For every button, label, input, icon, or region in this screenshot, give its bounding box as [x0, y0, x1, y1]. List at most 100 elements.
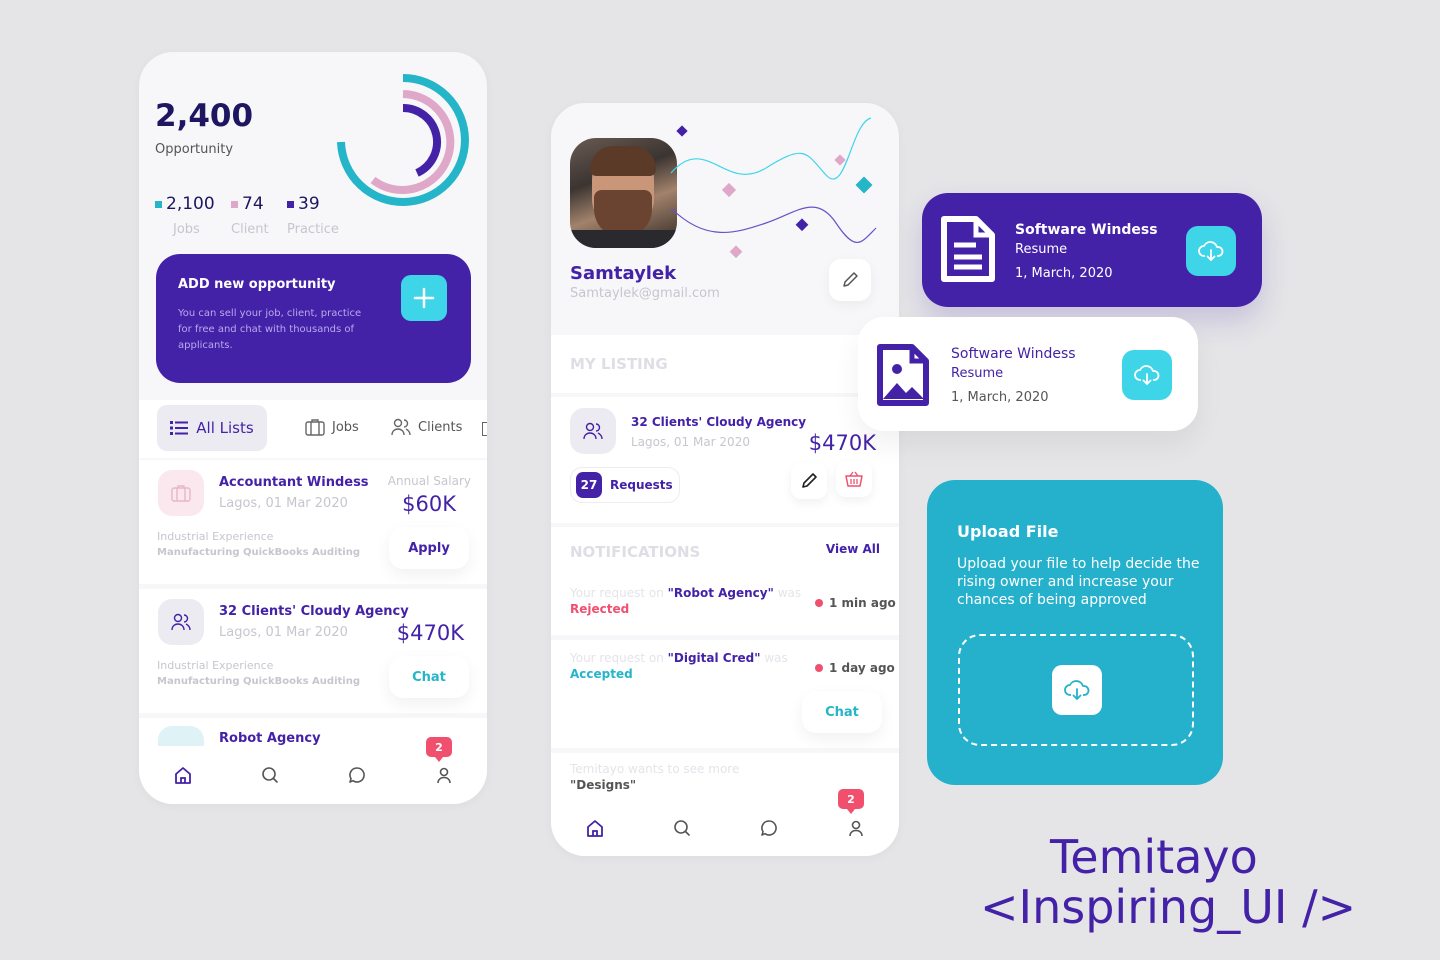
- add-opportunity-title: ADD new opportunity: [178, 277, 336, 292]
- listing-subtitle: Lagos, 01 Mar 2020: [219, 625, 348, 640]
- delete-listing-button[interactable]: [836, 461, 872, 497]
- search-icon[interactable]: [260, 765, 280, 785]
- total-opportunity-value: 2,400: [155, 98, 254, 134]
- decorative-waves: [670, 117, 877, 259]
- list-item[interactable]: 32 Clients' Cloudy Agency Lagos, 01 Mar …: [139, 589, 487, 713]
- basket-icon: [845, 471, 863, 487]
- list-item[interactable]: Accountant Windess Lagos, 01 Mar 2020 An…: [139, 460, 487, 584]
- practice-dot: [287, 200, 294, 208]
- image-file-icon: [877, 344, 929, 406]
- my-listing-header: MY LISTING: [551, 335, 899, 393]
- stat-value: 39: [298, 194, 320, 214]
- profile-icon[interactable]: [434, 765, 454, 785]
- pencil-icon: [802, 473, 817, 488]
- resume-type: Resume: [1015, 242, 1068, 257]
- resume-date: 1, March, 2020: [951, 390, 1049, 405]
- listing-title: 32 Clients' Cloudy Agency: [219, 604, 409, 619]
- edit-profile-button[interactable]: [829, 259, 871, 301]
- edit-listing-button[interactable]: [791, 463, 827, 499]
- stat-label: Client: [231, 222, 269, 237]
- listing-price: $60K: [402, 492, 456, 516]
- list-icon: [170, 421, 189, 435]
- document-icon: [941, 216, 995, 282]
- listing-meta-label: Industrial Experience: [157, 530, 274, 543]
- tab-all-lists[interactable]: All Lists: [157, 405, 267, 451]
- add-opportunity-card[interactable]: ADD new opportunity You can sell your jo…: [156, 254, 471, 383]
- cloud-download-icon: [1134, 365, 1160, 386]
- profile-icon[interactable]: [846, 818, 866, 838]
- section-title: NOTIFICATIONS: [570, 543, 701, 561]
- requests-label: Requests: [610, 478, 673, 492]
- upload-dropzone[interactable]: [958, 634, 1194, 746]
- chat-button[interactable]: Chat: [802, 691, 882, 733]
- briefcase-icon: [305, 419, 325, 436]
- home-icon[interactable]: [173, 765, 193, 785]
- section-title: MY LISTING: [570, 355, 668, 373]
- listing-title: 32 Clients' Cloudy Agency: [631, 415, 807, 429]
- chat-icon[interactable]: [759, 818, 779, 838]
- total-opportunity-label: Opportunity: [155, 142, 234, 157]
- profile-screen: Samtaylek Samtaylek@gmail.com MY LISTING…: [551, 103, 899, 856]
- listing-icon-box: [570, 408, 616, 454]
- notification-badge: 2: [426, 737, 452, 762]
- users-icon: [583, 422, 603, 440]
- chat-button[interactable]: Chat: [389, 656, 469, 698]
- requests-pill[interactable]: 27 Requests: [570, 467, 680, 503]
- notification-badge: 2: [838, 789, 864, 814]
- tab-jobs[interactable]: Jobs: [305, 418, 359, 436]
- add-opportunity-button[interactable]: [401, 275, 447, 321]
- unread-dot: [815, 599, 823, 607]
- brand-name: Temitayo: [1050, 830, 1258, 884]
- jobs-dot: [155, 200, 162, 208]
- my-listing-card[interactable]: 32 Clients' Cloudy Agency Lagos, 01 Mar …: [551, 397, 899, 523]
- client-dot: [231, 200, 238, 208]
- notification-subject: "Designs": [570, 778, 637, 792]
- cloud-download-icon: [1198, 241, 1224, 262]
- tab-label: All Lists: [196, 419, 254, 437]
- notification-prefix: Temitayo wants to see more: [570, 762, 740, 776]
- listing-meta-label: Industrial Experience: [157, 659, 274, 672]
- notification-prefix: Your request on: [570, 651, 664, 665]
- resume-card-document[interactable]: Software Windess Resume 1, March, 2020: [922, 193, 1262, 307]
- home-icon[interactable]: [585, 818, 605, 838]
- tab-label: Clients: [418, 419, 463, 435]
- download-button[interactable]: [1122, 350, 1172, 400]
- notification-suffix: was: [764, 651, 788, 665]
- tab-label: Jobs: [332, 419, 359, 435]
- chat-icon[interactable]: [347, 765, 367, 785]
- profile-email: Samtaylek@gmail.com: [570, 286, 720, 301]
- listing-icon-box: [158, 470, 204, 516]
- apply-button[interactable]: Apply: [389, 527, 469, 569]
- resume-card-image[interactable]: Software Windess Resume 1, March, 2020: [858, 317, 1198, 431]
- listing-subtitle: Lagos, 01 Mar 2020: [219, 496, 348, 511]
- pencil-icon: [843, 272, 858, 287]
- brand-tagline: <Inspiring_UI />: [980, 880, 1357, 934]
- users-icon: [171, 613, 191, 631]
- upload-title: Upload File: [957, 522, 1059, 541]
- download-button[interactable]: [1186, 226, 1236, 276]
- resume-type: Resume: [951, 366, 1004, 381]
- stat-client: 74 Client: [231, 194, 273, 237]
- dashboard-screen: 2,400 Opportunity 2,100 Jobs 74 Client 3…: [139, 52, 487, 804]
- stats-row: 2,100 Jobs 74 Client 39 Practice: [155, 194, 357, 237]
- notification-item[interactable]: Your request on "Digital Cred" was Accep…: [551, 640, 899, 748]
- notification-subject: "Digital Cred": [667, 651, 761, 665]
- listing-meta-value: Manufacturing QuickBooks Auditing: [157, 676, 360, 687]
- stat-jobs: 2,100 Jobs: [155, 194, 217, 237]
- plus-icon: [413, 287, 435, 309]
- view-all-link[interactable]: View All: [826, 542, 880, 556]
- listing-meta-value: Manufacturing QuickBooks Auditing: [157, 547, 360, 558]
- users-icon: [391, 418, 411, 436]
- notification-status: Rejected: [570, 602, 630, 616]
- search-icon[interactable]: [672, 818, 692, 838]
- tab-clients[interactable]: Clients: [391, 418, 462, 436]
- tab-overflow-indicator: [482, 422, 487, 436]
- unread-dot: [815, 664, 823, 672]
- stat-value: 2,100: [166, 194, 215, 214]
- stat-label: Jobs: [173, 222, 200, 237]
- listing-price: $470K: [396, 621, 464, 645]
- upload-button[interactable]: [1052, 665, 1102, 715]
- notification-item[interactable]: Your request on "Robot Agency" was Rejec…: [551, 577, 899, 635]
- requests-count: 27: [576, 472, 602, 498]
- listing-icon-box: [158, 599, 204, 645]
